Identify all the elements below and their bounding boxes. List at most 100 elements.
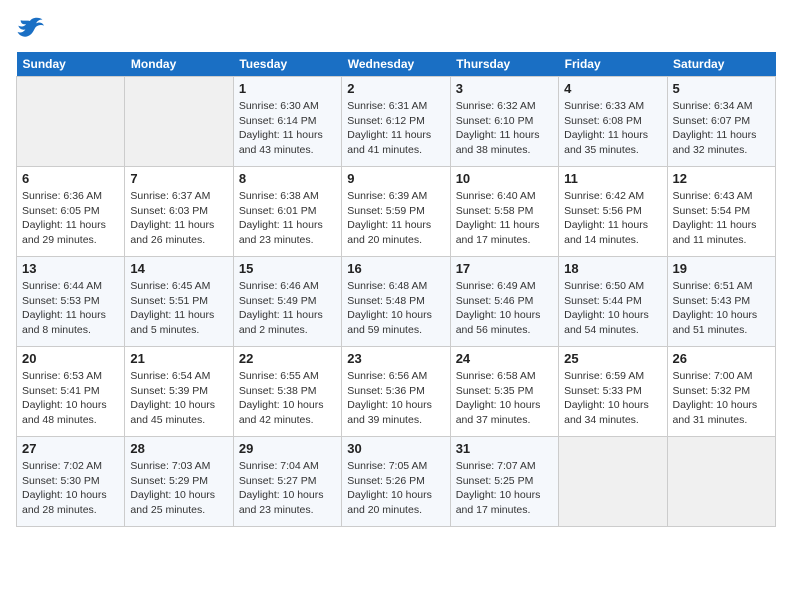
- day-info: Sunrise: 6:38 AMSunset: 6:01 PMDaylight:…: [239, 189, 336, 248]
- calendar-cell: 31 Sunrise: 7:07 AMSunset: 5:25 PMDayligh…: [450, 437, 558, 527]
- day-number: 27: [22, 441, 119, 456]
- day-number: 7: [130, 171, 227, 186]
- day-number: 6: [22, 171, 119, 186]
- day-number: 8: [239, 171, 336, 186]
- calendar-cell: 8 Sunrise: 6:38 AMSunset: 6:01 PMDaylight…: [233, 167, 341, 257]
- calendar-cell: [667, 437, 775, 527]
- day-number: 18: [564, 261, 661, 276]
- day-info: Sunrise: 6:30 AMSunset: 6:14 PMDaylight:…: [239, 99, 336, 158]
- calendar-cell: [125, 77, 233, 167]
- day-info: Sunrise: 7:05 AMSunset: 5:26 PMDaylight:…: [347, 459, 444, 518]
- calendar-header-row: SundayMondayTuesdayWednesdayThursdayFrid…: [17, 52, 776, 77]
- day-info: Sunrise: 7:04 AMSunset: 5:27 PMDaylight:…: [239, 459, 336, 518]
- day-number: 9: [347, 171, 444, 186]
- calendar-cell: 28Sunrise: 7:03 AMSunset: 5:29 PMDayligh…: [125, 437, 233, 527]
- day-number: 1: [239, 81, 336, 96]
- calendar-cell: 14Sunrise: 6:45 AMSunset: 5:51 PMDayligh…: [125, 257, 233, 347]
- calendar-cell: 16 Sunrise: 6:48 AMSunset: 5:48 PMDayligh…: [342, 257, 450, 347]
- day-info: Sunrise: 6:51 AMSunset: 5:43 PMDaylight:…: [673, 279, 770, 338]
- calendar-cell: 25 Sunrise: 6:59 AMSunset: 5:33 PMDayligh…: [559, 347, 667, 437]
- day-number: 20: [22, 351, 119, 366]
- calendar-week-1: 1 Sunrise: 6:30 AMSunset: 6:14 PMDaylight…: [17, 77, 776, 167]
- header-monday: Monday: [125, 52, 233, 77]
- calendar-cell: 4 Sunrise: 6:33 AMSunset: 6:08 PMDaylight…: [559, 77, 667, 167]
- calendar-cell: 10 Sunrise: 6:40 AMSunset: 5:58 PMDayligh…: [450, 167, 558, 257]
- day-info: Sunrise: 6:37 AMSunset: 6:03 PMDaylight:…: [130, 189, 227, 248]
- day-number: 12: [673, 171, 770, 186]
- day-number: 26: [673, 351, 770, 366]
- day-info: Sunrise: 6:39 AMSunset: 5:59 PMDaylight:…: [347, 189, 444, 248]
- header-tuesday: Tuesday: [233, 52, 341, 77]
- day-info: Sunrise: 6:54 AMSunset: 5:39 PMDaylight:…: [130, 369, 227, 428]
- calendar-cell: 20 Sunrise: 6:53 AMSunset: 5:41 PMDayligh…: [17, 347, 125, 437]
- day-number: 21: [130, 351, 227, 366]
- day-number: 11: [564, 171, 661, 186]
- day-number: 17: [456, 261, 553, 276]
- day-info: Sunrise: 6:33 AMSunset: 6:08 PMDaylight:…: [564, 99, 661, 158]
- calendar-week-4: 20 Sunrise: 6:53 AMSunset: 5:41 PMDayligh…: [17, 347, 776, 437]
- logo: [16, 16, 48, 40]
- day-number: 5: [673, 81, 770, 96]
- day-number: 28: [130, 441, 227, 456]
- calendar-cell: 12 Sunrise: 6:43 AMSunset: 5:54 PMDayligh…: [667, 167, 775, 257]
- calendar-cell: 27 Sunrise: 7:02 AMSunset: 5:30 PMDayligh…: [17, 437, 125, 527]
- calendar-cell: 26 Sunrise: 7:00 AMSunset: 5:32 PMDayligh…: [667, 347, 775, 437]
- calendar-cell: 21 Sunrise: 6:54 AMSunset: 5:39 PMDayligh…: [125, 347, 233, 437]
- calendar-cell: [17, 77, 125, 167]
- calendar-cell: 7 Sunrise: 6:37 AMSunset: 6:03 PMDaylight…: [125, 167, 233, 257]
- day-info: Sunrise: 6:48 AMSunset: 5:48 PMDaylight:…: [347, 279, 444, 338]
- calendar-cell: 15Sunrise: 6:46 AMSunset: 5:49 PMDayligh…: [233, 257, 341, 347]
- day-info: Sunrise: 6:55 AMSunset: 5:38 PMDaylight:…: [239, 369, 336, 428]
- header-thursday: Thursday: [450, 52, 558, 77]
- day-number: 19: [673, 261, 770, 276]
- day-info: Sunrise: 7:02 AMSunset: 5:30 PMDaylight:…: [22, 459, 119, 518]
- calendar-cell: 29 Sunrise: 7:04 AMSunset: 5:27 PMDayligh…: [233, 437, 341, 527]
- day-info: Sunrise: 6:50 AMSunset: 5:44 PMDaylight:…: [564, 279, 661, 338]
- calendar-cell: 1 Sunrise: 6:30 AMSunset: 6:14 PMDaylight…: [233, 77, 341, 167]
- day-number: 31: [456, 441, 553, 456]
- day-number: 4: [564, 81, 661, 96]
- day-number: 23: [347, 351, 444, 366]
- day-number: 30: [347, 441, 444, 456]
- day-info: Sunrise: 6:49 AMSunset: 5:46 PMDaylight:…: [456, 279, 553, 338]
- day-info: Sunrise: 6:53 AMSunset: 5:41 PMDaylight:…: [22, 369, 119, 428]
- day-number: 13: [22, 261, 119, 276]
- calendar-cell: 3Sunrise: 6:32 AMSunset: 6:10 PMDaylight…: [450, 77, 558, 167]
- page-header: [16, 16, 776, 40]
- calendar-cell: 22 Sunrise: 6:55 AMSunset: 5:38 PMDayligh…: [233, 347, 341, 437]
- day-info: Sunrise: 6:34 AMSunset: 6:07 PMDaylight:…: [673, 99, 770, 158]
- calendar-table: SundayMondayTuesdayWednesdayThursdayFrid…: [16, 52, 776, 527]
- calendar-cell: 30 Sunrise: 7:05 AMSunset: 5:26 PMDayligh…: [342, 437, 450, 527]
- day-number: 22: [239, 351, 336, 366]
- day-number: 24: [456, 351, 553, 366]
- day-info: Sunrise: 6:56 AMSunset: 5:36 PMDaylight:…: [347, 369, 444, 428]
- header-saturday: Saturday: [667, 52, 775, 77]
- day-number: 3: [456, 81, 553, 96]
- day-number: 15: [239, 261, 336, 276]
- calendar-week-2: 6Sunrise: 6:36 AMSunset: 6:05 PMDaylight…: [17, 167, 776, 257]
- calendar-cell: 23 Sunrise: 6:56 AMSunset: 5:36 PMDayligh…: [342, 347, 450, 437]
- calendar-cell: 24Sunrise: 6:58 AMSunset: 5:35 PMDayligh…: [450, 347, 558, 437]
- calendar-cell: 9 Sunrise: 6:39 AMSunset: 5:59 PMDaylight…: [342, 167, 450, 257]
- calendar-week-5: 27 Sunrise: 7:02 AMSunset: 5:30 PMDayligh…: [17, 437, 776, 527]
- day-info: Sunrise: 6:59 AMSunset: 5:33 PMDaylight:…: [564, 369, 661, 428]
- day-info: Sunrise: 6:45 AMSunset: 5:51 PMDaylight:…: [130, 279, 227, 338]
- calendar-week-3: 13Sunrise: 6:44 AMSunset: 5:53 PMDayligh…: [17, 257, 776, 347]
- header-sunday: Sunday: [17, 52, 125, 77]
- day-number: 16: [347, 261, 444, 276]
- day-info: Sunrise: 6:43 AMSunset: 5:54 PMDaylight:…: [673, 189, 770, 248]
- day-info: Sunrise: 6:40 AMSunset: 5:58 PMDaylight:…: [456, 189, 553, 248]
- day-number: 2: [347, 81, 444, 96]
- calendar-cell: 6Sunrise: 6:36 AMSunset: 6:05 PMDaylight…: [17, 167, 125, 257]
- calendar-cell: 18 Sunrise: 6:50 AMSunset: 5:44 PMDayligh…: [559, 257, 667, 347]
- day-info: Sunrise: 7:07 AMSunset: 5:25 PMDaylight:…: [456, 459, 553, 518]
- day-number: 10: [456, 171, 553, 186]
- day-info: Sunrise: 6:42 AMSunset: 5:56 PMDaylight:…: [564, 189, 661, 248]
- day-number: 25: [564, 351, 661, 366]
- day-number: 29: [239, 441, 336, 456]
- calendar-cell: 11 Sunrise: 6:42 AMSunset: 5:56 PMDayligh…: [559, 167, 667, 257]
- header-wednesday: Wednesday: [342, 52, 450, 77]
- day-info: Sunrise: 7:00 AMSunset: 5:32 PMDaylight:…: [673, 369, 770, 428]
- calendar-cell: 13Sunrise: 6:44 AMSunset: 5:53 PMDayligh…: [17, 257, 125, 347]
- logo-icon: [16, 16, 44, 40]
